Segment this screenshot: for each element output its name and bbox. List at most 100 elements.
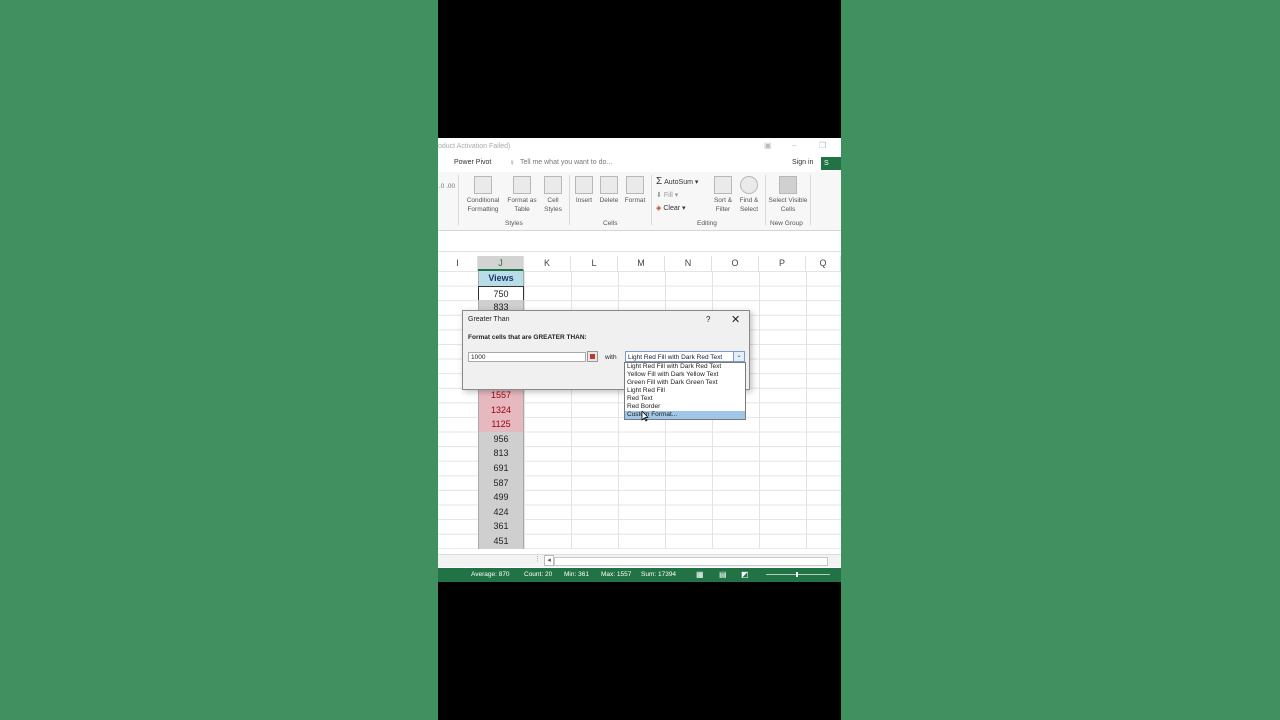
table-cell[interactable]: 451 — [478, 534, 524, 549]
select-visible-cells-button[interactable]: Select Visible Cells — [767, 176, 809, 214]
title-bar: oduct Activation Failed) ▣ – ❐ — [438, 138, 841, 156]
column-headers: I J K L M N O P Q — [438, 256, 841, 272]
dropdown-option[interactable]: Light Red Fill — [625, 387, 745, 395]
clear-button[interactable]: ◈ Clear ▾ — [656, 204, 686, 212]
dropdown-option[interactable]: Yellow Fill with Dark Yellow Text — [625, 371, 745, 379]
excel-window: oduct Activation Failed) ▣ – ❐ Power Piv… — [438, 138, 841, 582]
dropdown-option[interactable]: Red Text — [625, 395, 745, 403]
col-header-n[interactable]: N — [665, 256, 712, 271]
chevron-down-icon[interactable]: ⌄ — [733, 352, 744, 361]
scroll-left-icon[interactable]: ◂ — [544, 555, 554, 566]
share-label: S — [824, 160, 829, 167]
sort-filter-button[interactable]: Sort & Filter — [710, 176, 736, 214]
table-cell[interactable]: 956 — [478, 432, 524, 447]
ribbon-tabs: Power Pivot ♀ Tell me what you want to d… — [438, 156, 841, 172]
background-right — [841, 0, 1280, 720]
col-header-k[interactable]: K — [524, 256, 571, 271]
scrollbar-track[interactable] — [554, 557, 828, 566]
dialog-title: Greater Than — [468, 316, 510, 323]
table-cell[interactable]: 361 — [478, 519, 524, 534]
status-count: Count: 20 — [524, 571, 553, 578]
table-cell-highlighted[interactable]: 1324 — [478, 403, 524, 418]
table-cell[interactable]: 691 — [478, 461, 524, 476]
dropdown-option[interactable]: Light Red Fill with Dark Red Text — [625, 363, 745, 371]
eraser-icon: ◈ — [656, 205, 662, 212]
sheet-nav-dots: ⋮ — [534, 556, 541, 563]
status-min: Min: 361 — [564, 571, 589, 578]
format-label: Format — [624, 197, 646, 204]
number-format-buttons[interactable]: .0 .00 — [438, 182, 456, 191]
status-max: Max: 1557 — [601, 571, 632, 578]
format-as-table-button[interactable]: Format as Table — [504, 176, 540, 214]
find-select-label: Find & Select — [739, 197, 759, 213]
clear-label: Clear — [663, 205, 681, 212]
group-styles: Styles — [505, 220, 523, 227]
table-cell[interactable]: 424 — [478, 505, 524, 520]
delete-label: Delete — [599, 197, 619, 204]
tab-power-pivot[interactable]: Power Pivot — [454, 159, 491, 166]
delete-icon — [600, 176, 618, 194]
dropdown-option[interactable]: Green Fill with Dark Green Text — [625, 379, 745, 387]
table-cell-highlighted[interactable]: 1125 — [478, 417, 524, 432]
col-header-l[interactable]: L — [571, 256, 618, 271]
window-title: oduct Activation Failed) — [438, 143, 511, 150]
cell-styles-button[interactable]: Cell Styles — [540, 176, 566, 214]
sign-in-link[interactable]: Sign in — [792, 159, 813, 166]
separator — [651, 175, 652, 225]
greater-than-value-input[interactable]: 1000 — [468, 352, 586, 362]
format-select[interactable]: Light Red Fill with Dark Red Text ⌄ — [625, 351, 745, 362]
views-header-cell[interactable]: Views — [478, 271, 524, 286]
dialog-prompt: Format cells that are GREATER THAN: — [468, 334, 587, 341]
minimize-icon[interactable]: – — [792, 141, 796, 150]
separator — [810, 175, 811, 225]
normal-view-icon[interactable]: ▦ — [696, 568, 704, 582]
ribbon-home: .0 .00 Conditional Formatting Format as … — [438, 172, 841, 231]
find-select-button[interactable]: Find & Select — [736, 176, 762, 214]
separator — [765, 175, 766, 225]
delete-button[interactable]: Delete — [597, 176, 621, 205]
table-cell[interactable]: 813 — [478, 446, 524, 461]
dropdown-option[interactable]: Red Border — [625, 403, 745, 411]
page-break-icon[interactable]: ◩ — [741, 568, 749, 582]
col-header-m[interactable]: M — [618, 256, 665, 271]
horizontal-scrollbar[interactable]: ⋮ ◂ — [438, 554, 841, 567]
active-cell[interactable]: 750 — [478, 286, 524, 301]
table-cell-highlighted[interactable]: 1557 — [478, 388, 524, 403]
letterbox-bottom — [438, 582, 841, 720]
col-header-i[interactable]: I — [438, 256, 478, 271]
insert-button[interactable]: Insert — [572, 176, 596, 205]
ribbon-display-icon[interactable]: ▣ — [764, 141, 772, 150]
conditional-formatting-button[interactable]: Conditional Formatting — [462, 176, 504, 214]
table-cell[interactable]: 499 — [478, 490, 524, 505]
restore-icon[interactable]: ❐ — [819, 141, 826, 150]
format-button[interactable]: Format — [622, 176, 648, 205]
zoom-slider-thumb[interactable] — [796, 572, 798, 577]
col-header-q[interactable]: Q — [806, 256, 841, 271]
col-header-p[interactable]: P — [759, 256, 806, 271]
col-header-j[interactable]: J — [478, 256, 524, 271]
sort-filter-icon — [714, 176, 732, 194]
lightbulb-icon: ♀ — [509, 158, 515, 167]
range-select-icon[interactable] — [587, 351, 598, 362]
format-select-value: Light Red Fill with Dark Red Text — [628, 354, 723, 361]
tell-me-search[interactable]: Tell me what you want to do... — [520, 159, 612, 166]
col-header-o[interactable]: O — [712, 256, 759, 271]
share-button[interactable]: S — [821, 157, 841, 170]
cell-styles-label: Cell Styles — [544, 197, 562, 213]
conditional-formatting-label: Conditional Formatting — [466, 197, 500, 213]
zoom-slider[interactable] — [766, 574, 830, 575]
group-cells: Cells — [603, 220, 618, 227]
table-cell[interactable]: 587 — [478, 476, 524, 491]
fill-button[interactable]: ⬇ Fill ▾ — [656, 191, 678, 199]
group-new-group: New Group — [770, 220, 803, 227]
close-icon[interactable]: ✕ — [731, 313, 740, 326]
autosum-button[interactable]: Σ AutoSum ▾ — [656, 176, 698, 187]
gridline — [806, 271, 807, 549]
sigma-icon: Σ — [656, 176, 663, 187]
table-cell[interactable]: 833 — [478, 300, 524, 310]
autosum-label: AutoSum — [664, 179, 693, 186]
formula-bar[interactable] — [438, 231, 841, 252]
page-layout-icon[interactable]: ▤ — [719, 568, 727, 582]
help-icon[interactable]: ? — [706, 315, 710, 324]
mouse-cursor-icon — [641, 411, 649, 422]
